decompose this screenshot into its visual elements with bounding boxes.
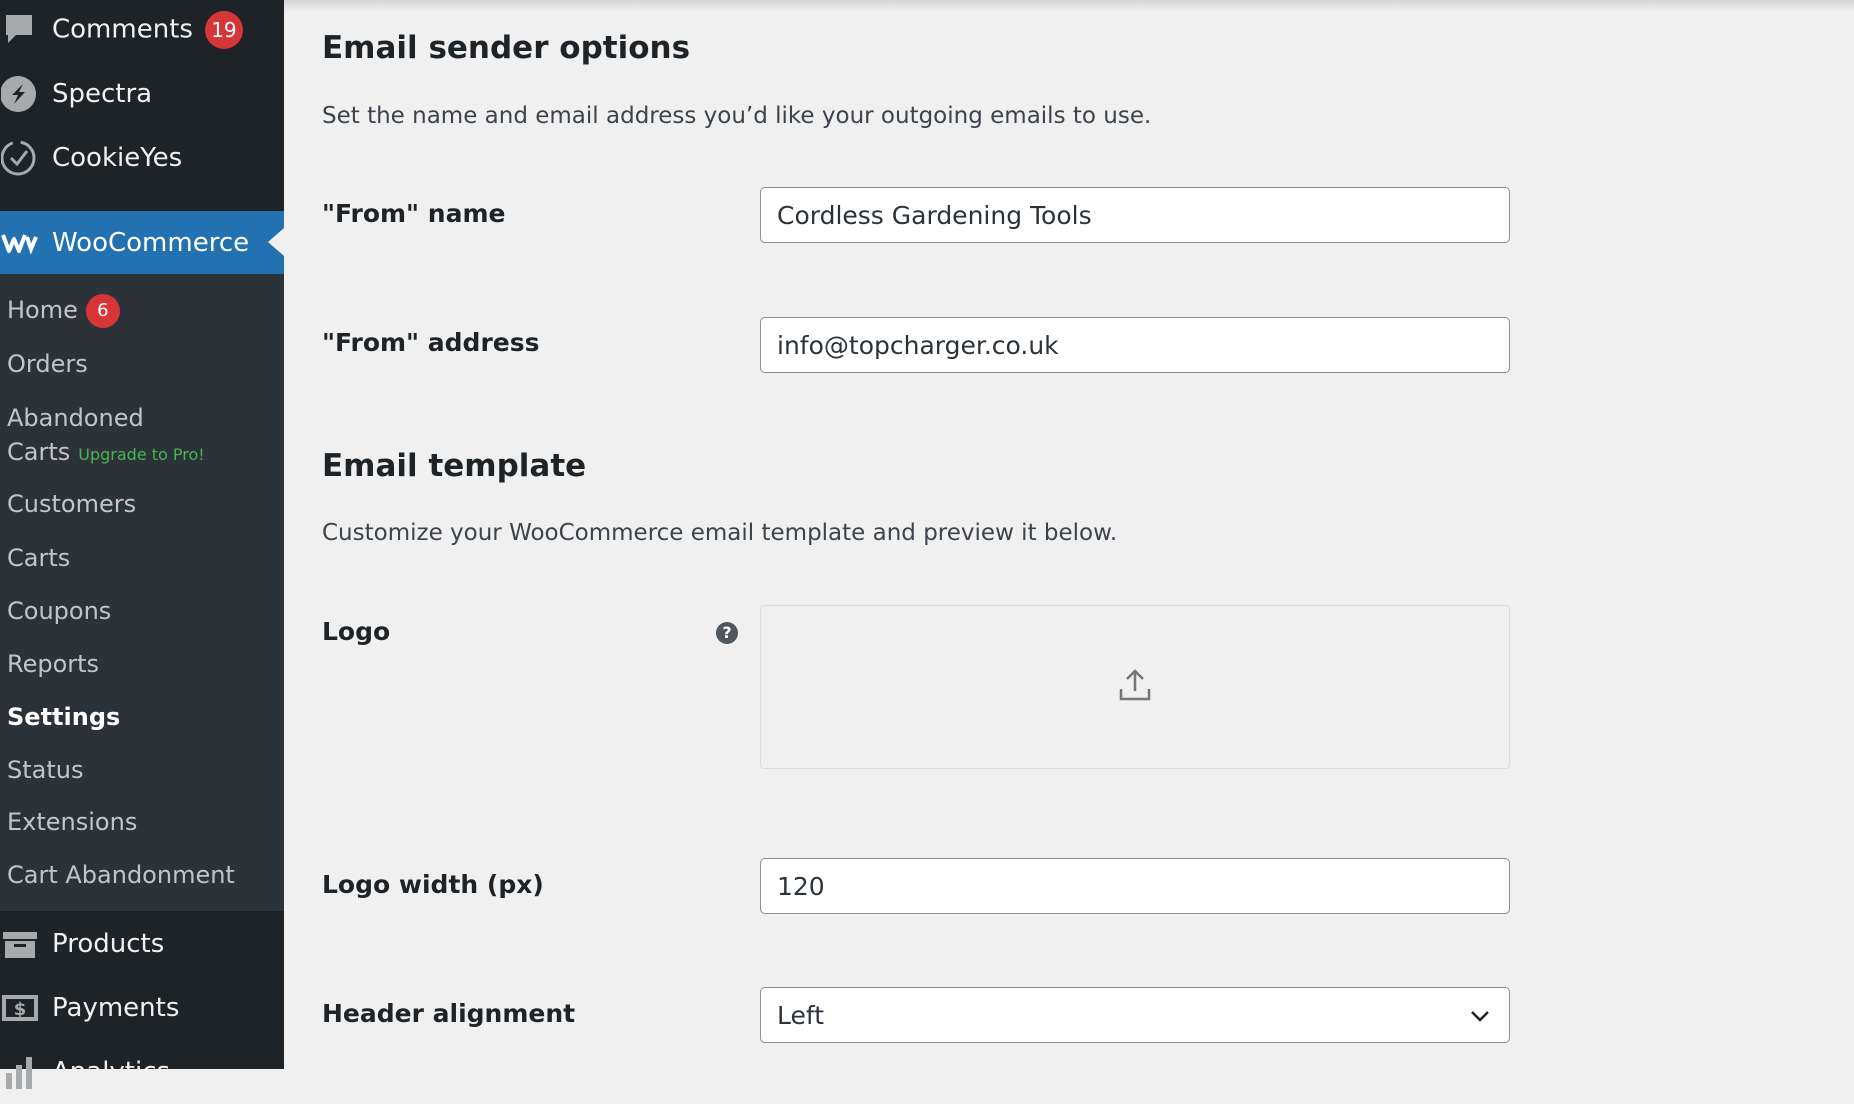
logo-width-label: Logo width (px) [322, 870, 544, 899]
upgrade-to-pro-link[interactable]: Upgrade to Pro! [78, 445, 204, 464]
menu-label-woocommerce: WooCommerce [52, 227, 250, 258]
menu-label-spectra: Spectra [52, 79, 153, 109]
logo-upload-dropzone[interactable] [760, 605, 1510, 769]
email-sender-options-heading: Email sender options [322, 30, 691, 66]
submenu-label-abandoned: Abandoned [7, 404, 144, 432]
header-alignment-value: Left [777, 1000, 825, 1030]
submenu-item-home[interactable]: Home 6 [7, 294, 120, 328]
submenu-item-settings[interactable]: Settings [7, 703, 120, 731]
from-name-input[interactable]: Cordless Gardening Tools [760, 187, 1510, 243]
upload-icon [1117, 667, 1153, 707]
submenu-item-cart-abandonment[interactable]: Cart Abandonment [7, 861, 235, 889]
menu-item-comments[interactable]: Comments 19 [0, 0, 284, 62]
menu-item-payments[interactable]: $ Payments [0, 976, 284, 1040]
email-template-heading: Email template [322, 448, 587, 484]
menu-label-payments: Payments [52, 993, 180, 1023]
submenu-item-status[interactable]: Status [7, 756, 83, 784]
comment-icon [0, 10, 40, 50]
help-icon[interactable]: ? [716, 622, 738, 644]
payments-icon: $ [0, 988, 40, 1028]
cookie-icon [0, 138, 40, 178]
from-name-label: "From" name [322, 199, 506, 228]
logo-label: Logo [322, 617, 391, 646]
menu-label-products: Products [52, 929, 165, 959]
woocommerce-submenu: Home 6 Orders Abandoned Carts Upgrade to P… [0, 274, 284, 911]
menu-label-comments: Comments [52, 14, 193, 45]
menu-item-analytics[interactable]: Analytics [0, 1040, 284, 1104]
active-menu-arrow [268, 228, 284, 256]
comments-count-badge: 19 [204, 11, 243, 49]
archive-icon [0, 924, 40, 964]
from-address-label: "From" address [322, 328, 540, 357]
admin-sidebar: Comments 19 Spectra CookieYes WooCommerce… [0, 0, 284, 1089]
woocommerce-icon [0, 223, 40, 263]
email-template-description: Customize your WooCommerce email templat… [322, 520, 1118, 546]
logo-width-input[interactable]: 120 [760, 858, 1510, 914]
menu-item-woocommerce[interactable]: WooCommerce [0, 211, 284, 274]
menu-item-cookieyes[interactable]: CookieYes [0, 126, 284, 190]
svg-text:$: $ [14, 999, 27, 1020]
submenu-item-customers[interactable]: Customers [7, 490, 136, 518]
chevron-down-icon [1469, 1004, 1491, 1033]
chart-icon [0, 1052, 40, 1092]
header-alignment-select[interactable]: Left [760, 987, 1510, 1043]
submenu-item-reports[interactable]: Reports [7, 650, 99, 678]
submenu-item-coupons[interactable]: Coupons [7, 597, 111, 625]
submenu-item-orders[interactable]: Orders [7, 350, 88, 378]
home-count-badge: 6 [85, 294, 120, 328]
submenu-item-extensions[interactable]: Extensions [7, 808, 137, 836]
submenu-item-abandoned-carts[interactable]: Abandoned Carts Upgrade to Pro! [7, 404, 205, 466]
submenu-label-home: Home [7, 296, 78, 324]
header-alignment-label: Header alignment [322, 999, 576, 1028]
from-address-input[interactable]: info@topcharger.co.uk [760, 317, 1510, 373]
email-sender-description: Set the name and email address you’d lik… [322, 103, 1152, 129]
spectra-icon [0, 74, 40, 114]
settings-main: Email sender options Set the name and em… [284, 0, 1854, 1069]
submenu-label-carts: Carts [7, 438, 71, 466]
menu-label-analytics: Analytics [52, 1057, 171, 1087]
menu-item-products[interactable]: Products [0, 912, 284, 976]
menu-label-cookieyes: CookieYes [52, 143, 183, 173]
submenu-item-carts[interactable]: Carts [7, 544, 70, 572]
menu-item-spectra[interactable]: Spectra [0, 62, 284, 126]
